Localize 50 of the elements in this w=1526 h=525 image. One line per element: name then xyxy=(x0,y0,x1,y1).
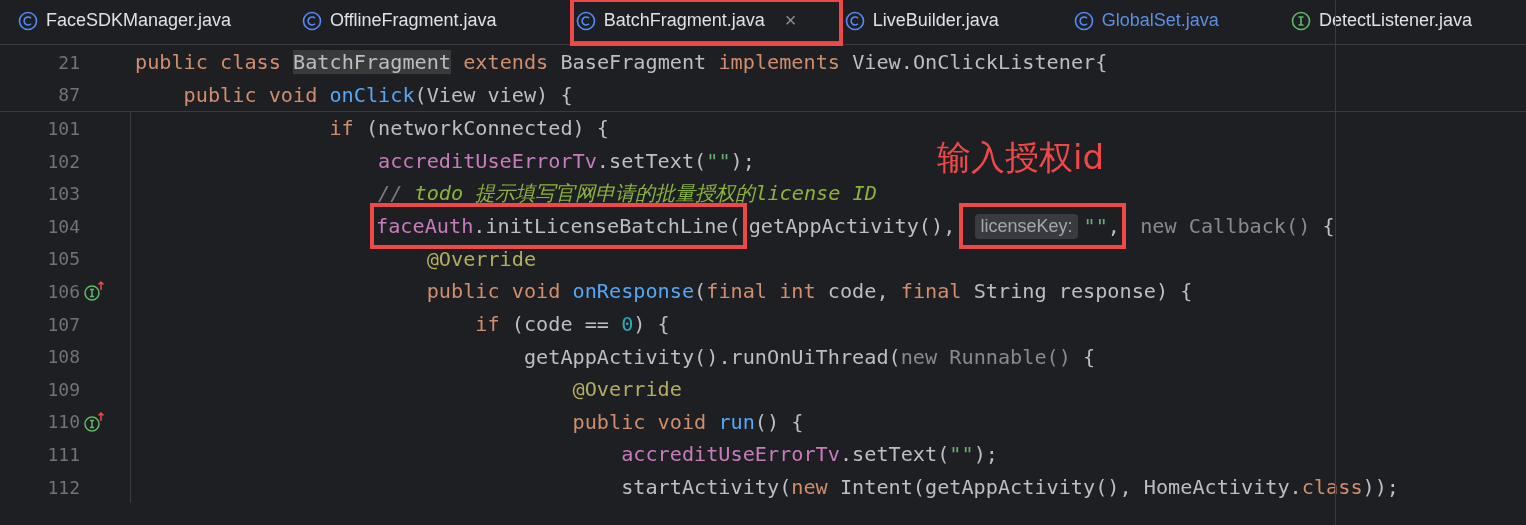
file-tab[interactable]: OfflineFragment.java xyxy=(297,0,572,44)
class-icon xyxy=(1073,10,1094,31)
file-tab[interactable]: LiveBuilder.java xyxy=(840,0,1070,44)
line-number: 109 xyxy=(46,378,80,400)
code-text: // todo 提示填写官网申请的批量授权的license ID xyxy=(378,180,877,208)
close-icon[interactable]: × xyxy=(784,9,797,32)
code-text: startActivity(new Intent(getAppActivity(), HomeActivity.class)); xyxy=(621,475,1400,499)
code-text: extends BaseFragment implements View.OnClickListener{ xyxy=(462,50,1108,75)
line-number: 101 xyxy=(46,118,80,139)
line-number: 104 xyxy=(46,215,80,237)
code-text: "", xyxy=(1083,214,1120,239)
code-text: getAppActivity().runOnUiThread(new Runnable() { xyxy=(523,344,1096,369)
code-text: accreditUseErrorTv.setText(""); xyxy=(621,442,998,467)
line-number: 112 xyxy=(46,476,80,498)
code-text: @Override xyxy=(426,246,537,271)
line-number: 110 xyxy=(46,411,80,433)
line-number: 103 xyxy=(46,183,80,205)
interface-icon xyxy=(1290,10,1311,31)
line-number: 111 xyxy=(46,443,80,465)
line-number: 107 xyxy=(46,313,80,335)
line-number: 106 xyxy=(46,280,80,302)
implements-method-icon[interactable] xyxy=(84,410,106,433)
code-text: public void onResponse(final int code, final String response) { xyxy=(426,279,1193,304)
class-icon xyxy=(18,10,38,31)
class-icon xyxy=(575,10,596,31)
code-text: getAppActivity(), xyxy=(748,214,957,239)
line-number: 105 xyxy=(46,248,80,270)
line-number: 87 xyxy=(57,84,80,106)
class-icon xyxy=(844,10,865,31)
parameter-hint: licenseKey: xyxy=(975,213,1078,239)
code-text: @Override xyxy=(572,377,682,402)
line-number: 108 xyxy=(46,346,80,368)
file-tab[interactable]: DetectListener.java xyxy=(1286,0,1526,44)
class-icon xyxy=(301,10,322,31)
line-number: 21 xyxy=(57,51,80,73)
file-tab[interactable]: BatchFragment.java × xyxy=(571,0,841,44)
annotation-note: 输入授权id xyxy=(937,136,1105,179)
code-text: if (networkConnected) { xyxy=(329,116,609,141)
file-tab[interactable]: FaceSDKManager.java xyxy=(14,0,298,44)
code-text: public class xyxy=(135,50,282,75)
line-number: 102 xyxy=(46,150,80,172)
implements-method-icon[interactable] xyxy=(84,280,106,303)
code-text: faceAuth.initLicenseBatchLine( xyxy=(376,214,741,239)
code-text: new Callback() { xyxy=(1139,214,1335,239)
code-text: if (code == 0) { xyxy=(475,312,670,337)
file-tab[interactable]: GlobalSet.java xyxy=(1069,0,1287,44)
highlighted-word: BatchFragment xyxy=(293,50,452,75)
code-text: accreditUseErrorTv.setText(""); xyxy=(378,149,755,174)
code-text: public void run() { xyxy=(572,409,804,434)
code-text: public void onClick(View view) { xyxy=(183,82,573,107)
